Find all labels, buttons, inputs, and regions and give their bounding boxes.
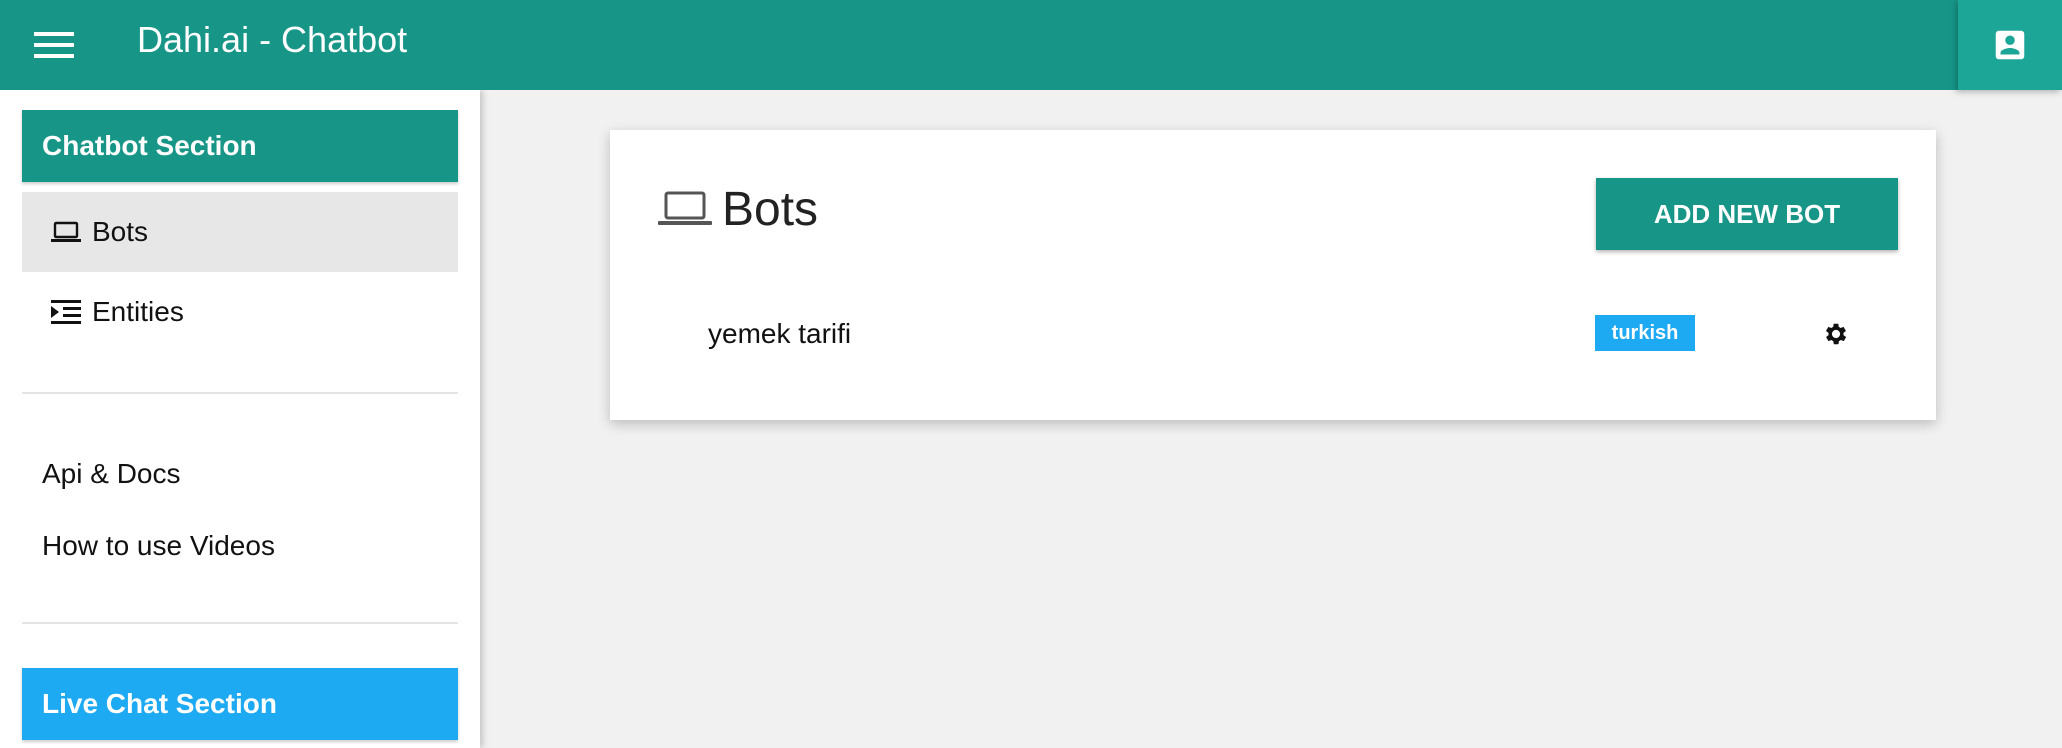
page-title: Bots xyxy=(658,182,818,238)
sidebar-item-label: Entities xyxy=(92,296,184,327)
app-title: Dahi.ai - Chatbot xyxy=(137,19,408,60)
app-bar: Dahi.ai - Chatbot xyxy=(0,0,2062,90)
live-chat-section-header[interactable]: Live Chat Section xyxy=(22,668,458,740)
api-docs-link[interactable]: Api & Docs xyxy=(42,456,181,492)
language-badge: turkish xyxy=(1595,315,1695,351)
divider xyxy=(22,622,458,624)
bot-name[interactable]: yemek tarifi xyxy=(708,316,851,352)
laptop-icon xyxy=(50,218,82,246)
hamburger-menu-icon[interactable] xyxy=(22,20,86,70)
bots-card: Bots ADD NEW BOT yemek tarifi turkish xyxy=(610,130,1936,420)
sidebar-item-bots[interactable]: Bots xyxy=(22,192,458,272)
add-new-bot-button[interactable]: ADD NEW BOT xyxy=(1596,178,1898,250)
list-item[interactable]: yemek tarifi turkish xyxy=(610,308,1936,360)
sidebar-item-label: Bots xyxy=(92,216,149,247)
account-box-icon[interactable] xyxy=(1958,0,2062,90)
chatbot-section-header[interactable]: Chatbot Section xyxy=(22,110,458,182)
sidebar: Chatbot Section Bots Entities Api & Docs… xyxy=(0,90,480,748)
divider xyxy=(22,392,458,394)
format-indent-icon xyxy=(50,298,82,326)
how-to-videos-link[interactable]: How to use Videos xyxy=(42,528,275,564)
sidebar-item-entities[interactable]: Entities xyxy=(22,272,458,352)
page-title-text: Bots xyxy=(722,183,819,236)
laptop-icon xyxy=(658,190,712,230)
gear-icon[interactable] xyxy=(1810,314,1862,354)
